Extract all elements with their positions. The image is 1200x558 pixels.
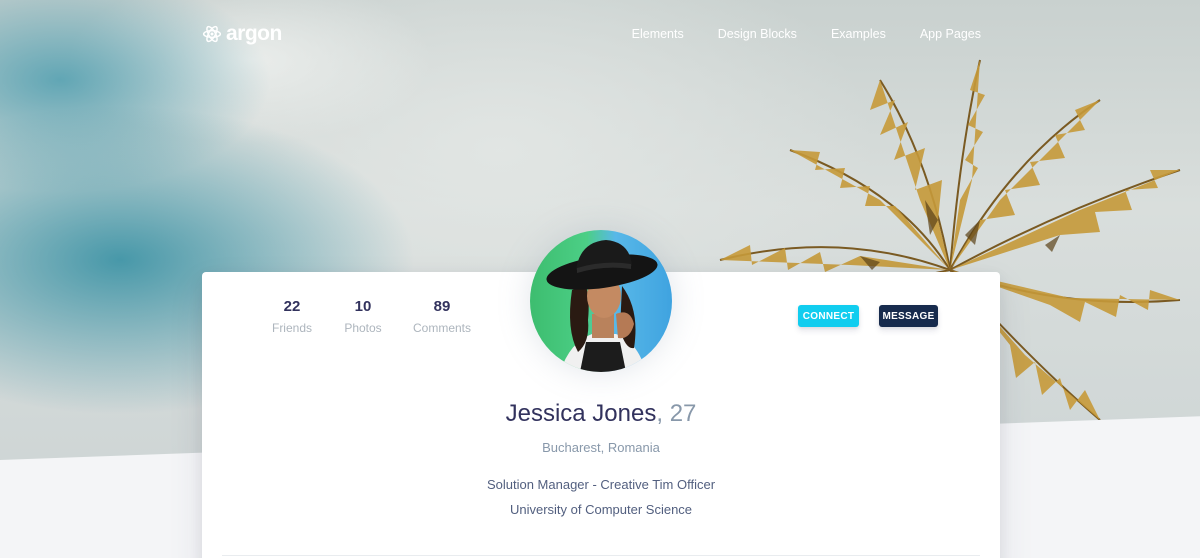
brand-name: argon — [226, 22, 282, 45]
stat-photos-value: 10 — [354, 298, 372, 315]
stat-friends-value: 22 — [283, 298, 301, 315]
profile-stats: 22 Friends 10 Photos 89 Comments — [264, 298, 477, 335]
nav-link-elements[interactable]: Elements — [632, 27, 684, 41]
connect-button[interactable]: Connect — [798, 305, 859, 327]
top-nav: Elements Design Blocks Examples App Page… — [632, 27, 981, 41]
stat-photos: 10 Photos — [335, 298, 391, 335]
profile-education: University of Computer Science — [509, 502, 693, 517]
profile-location: Bucharest, Romania — [542, 440, 660, 455]
atom-icon — [202, 25, 222, 43]
stat-photos-label: Photos — [344, 321, 382, 335]
stat-friends-label: Friends — [271, 321, 312, 335]
profile-age: , 27 — [656, 400, 697, 427]
message-button[interactable]: Message — [879, 305, 938, 327]
stat-comments: 89 Comments — [407, 298, 477, 335]
card-divider — [222, 555, 980, 556]
stat-comments-label: Comments — [412, 321, 471, 335]
nav-link-app-pages[interactable]: App Pages — [920, 27, 981, 41]
stat-friends: 22 Friends — [264, 298, 320, 335]
brand-logo[interactable]: argon — [202, 22, 282, 46]
nav-link-design-blocks[interactable]: Design Blocks — [718, 27, 797, 41]
profile-name-row: Jessica Jones, 27 — [202, 400, 1000, 428]
stat-comments-value: 89 — [433, 298, 451, 315]
profile-name: Jessica Jones — [505, 400, 657, 427]
avatar-portrait — [546, 240, 658, 372]
avatar[interactable] — [530, 230, 672, 372]
nav-link-examples[interactable]: Examples — [831, 27, 886, 41]
profile-job: Solution Manager - Creative Tim Officer — [486, 477, 716, 492]
